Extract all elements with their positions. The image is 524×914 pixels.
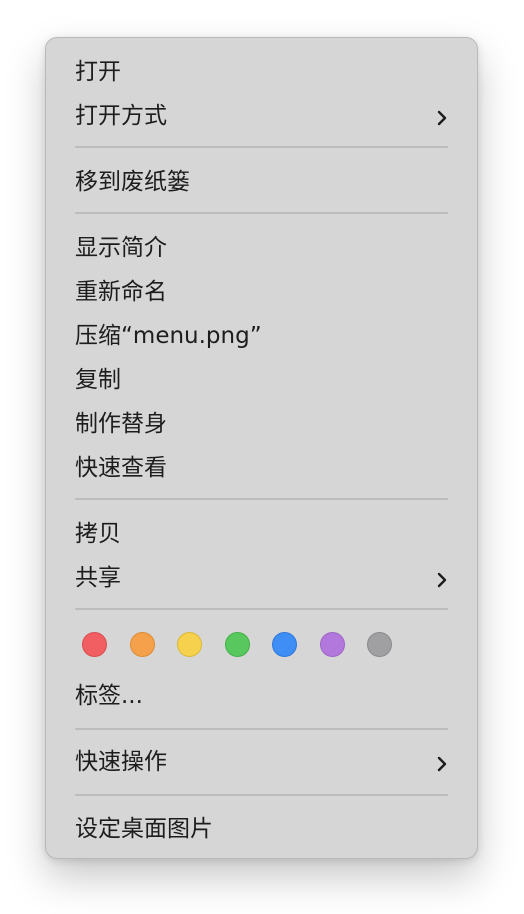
menu-item-label: 显示简介 bbox=[75, 234, 167, 261]
tag-orange-icon[interactable] bbox=[129, 631, 155, 657]
menu-item-label: 拷贝 bbox=[75, 520, 121, 547]
menu-item-duplicate[interactable]: 复制 bbox=[46, 358, 477, 402]
menu-item-label: 移到废纸篓 bbox=[75, 168, 190, 195]
tag-gray-icon[interactable] bbox=[367, 631, 392, 657]
menu-item-make-alias[interactable]: 制作替身 bbox=[46, 402, 477, 446]
menu-item-label: 复制 bbox=[75, 366, 121, 393]
menu-item-quick-look[interactable]: 快速查看 bbox=[46, 446, 477, 490]
menu-item-label: 快速操作 bbox=[75, 748, 167, 775]
menu-item-label: 标签... bbox=[75, 682, 143, 709]
menu-item-label: 打开方式 bbox=[75, 102, 167, 129]
context-menu: 打开 打开方式 移到废纸篓 显示简介 重新命名 压缩“menu.png” 复制 … bbox=[45, 37, 478, 859]
menu-item-label: 打开 bbox=[75, 58, 121, 85]
menu-divider bbox=[46, 498, 477, 500]
menu-item-label: 共享 bbox=[75, 564, 121, 591]
menu-item-label: 制作替身 bbox=[75, 410, 167, 437]
menu-item-rename[interactable]: 重新命名 bbox=[46, 270, 477, 314]
chevron-right-icon bbox=[435, 754, 449, 772]
chevron-right-icon bbox=[435, 570, 449, 588]
menu-item-quick-actions[interactable]: 快速操作 bbox=[46, 740, 477, 784]
menu-divider bbox=[46, 212, 477, 214]
tag-yellow-icon[interactable] bbox=[177, 631, 202, 657]
menu-item-open-with[interactable]: 打开方式 bbox=[46, 94, 477, 138]
menu-item-set-desktop-picture[interactable]: 设定桌面图片 bbox=[46, 807, 477, 851]
tag-color-row bbox=[46, 622, 477, 666]
menu-divider bbox=[46, 146, 477, 148]
menu-item-label: 重新命名 bbox=[75, 278, 167, 305]
menu-item-label: 压缩“menu.png” bbox=[75, 322, 262, 349]
tag-red-icon[interactable] bbox=[82, 631, 107, 657]
menu-item-get-info[interactable]: 显示简介 bbox=[46, 226, 477, 270]
menu-item-label: 快速查看 bbox=[75, 454, 167, 481]
menu-item-move-to-trash[interactable]: 移到废纸篓 bbox=[46, 160, 477, 204]
chevron-right-icon bbox=[435, 108, 449, 126]
menu-item-tags[interactable]: 标签... bbox=[46, 674, 477, 718]
tag-purple-icon[interactable] bbox=[319, 631, 345, 657]
menu-divider bbox=[46, 608, 477, 610]
menu-item-open[interactable]: 打开 bbox=[46, 50, 477, 94]
menu-item-copy[interactable]: 拷贝 bbox=[46, 512, 477, 556]
menu-divider bbox=[46, 794, 477, 796]
menu-item-compress[interactable]: 压缩“menu.png” bbox=[46, 314, 477, 358]
menu-item-label: 设定桌面图片 bbox=[75, 815, 213, 842]
menu-item-share[interactable]: 共享 bbox=[46, 556, 477, 600]
tag-blue-icon[interactable] bbox=[272, 631, 297, 657]
tag-green-icon[interactable] bbox=[224, 631, 250, 657]
menu-divider bbox=[46, 728, 477, 730]
